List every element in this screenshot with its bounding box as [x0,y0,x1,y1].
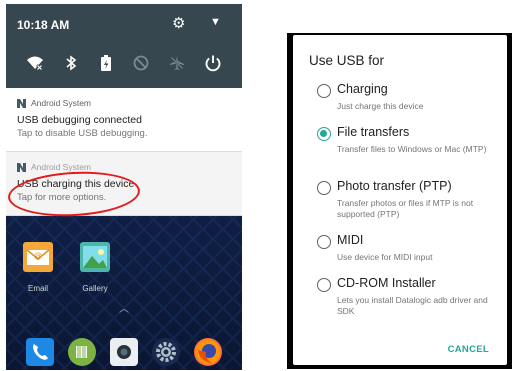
android-system-icon [17,162,26,172]
bluetooth-icon[interactable] [60,52,82,74]
notification-usb-debugging[interactable]: Android System USB debugging connected T… [6,88,242,152]
phone-icon[interactable] [26,338,54,366]
android-system-icon [17,98,26,108]
airplane-mode-icon[interactable] [166,52,188,74]
option-description: Transfer photos or files if MTP is not s… [337,198,474,219]
settings-icon[interactable] [152,338,180,366]
dialog-title: Use USB for [309,53,385,68]
radio-button[interactable] [317,278,331,292]
usb-options-screen: Use USB for Charging Just charge this de… [287,33,512,369]
quick-settings-row [6,52,242,78]
status-time: 10:18 AM [17,18,70,32]
notification-shade-screen: 10:18 AM ⚙ ▼ Android System USB debuggin… [6,4,242,370]
radio-button-selected[interactable] [317,127,331,141]
option-label: File transfers [337,125,410,139]
notification-app-name: Android System [31,98,91,108]
wifi-off-icon[interactable] [24,52,46,74]
radio-button[interactable] [317,84,331,98]
option-label: Photo transfer (PTP) [337,179,452,193]
use-usb-dialog: Use USB for Charging Just charge this de… [293,35,507,365]
notification-app-row: Android System [17,98,91,108]
cancel-button[interactable]: CANCEL [448,344,489,355]
notification-app-name: Android System [31,162,91,172]
gallery-app-icon[interactable] [80,242,110,272]
power-icon[interactable] [202,52,224,74]
svg-text:@: @ [34,251,42,260]
app-label-email: Email [27,284,48,293]
gear-icon[interactable]: ⚙ [172,14,185,32]
option-label: Charging [337,82,388,96]
option-description: Transfer files to Windows or Mac (MTP) [337,144,487,154]
camera-icon[interactable] [110,338,138,366]
email-app-icon[interactable]: @ [23,242,53,272]
option-label: CD-ROM Installer [337,276,436,290]
option-description: Lets you install Datalogic adb driver an… [337,295,488,316]
firefox-icon[interactable] [194,338,222,366]
notification-subtitle: Tap to disable USB debugging. [17,128,148,139]
notification-title: USB debugging connected [17,114,142,126]
app-label-gallery: Gallery [82,284,108,293]
battery-charging-icon[interactable] [95,52,117,74]
home-screen: @ Email Gallery ︿ [6,216,242,370]
option-label: MIDI [337,233,364,247]
chevron-down-icon[interactable]: ▼ [210,16,221,28]
option-description: Use device for MIDI input [337,252,433,262]
scanner-icon[interactable] [68,338,96,366]
radio-button[interactable] [317,181,331,195]
quick-settings-header: 10:18 AM ⚙ ▼ [6,4,242,88]
do-not-disturb-icon[interactable] [130,52,152,74]
radio-button[interactable] [317,235,331,249]
option-description: Just charge this device [337,101,424,111]
chevron-up-icon[interactable]: ︿ [119,300,129,315]
notification-app-row: Android System [17,162,91,172]
